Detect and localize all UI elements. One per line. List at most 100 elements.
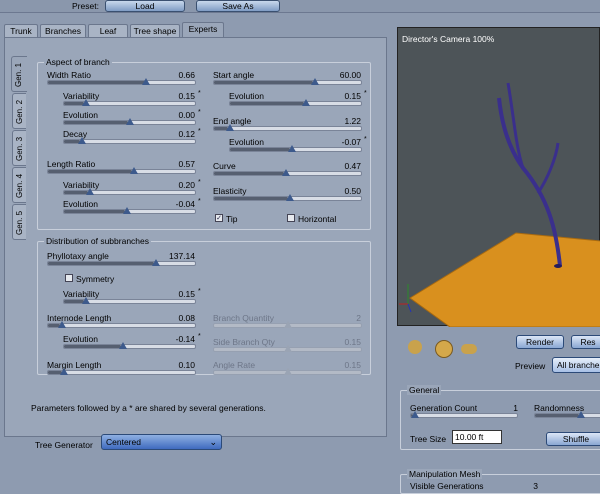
shuffle-button[interactable]: Shuffle — [546, 432, 600, 446]
tab-branches[interactable]: Branches — [40, 24, 86, 37]
gen-count-slider[interactable] — [410, 411, 518, 418]
camera-viewport[interactable]: Director's Camera 100% — [397, 27, 600, 327]
horizontal-label: Horizontal — [298, 214, 337, 224]
in-evolution-value: -0.14 — [175, 334, 195, 344]
side-qty-label: Side Branch Qty — [213, 337, 275, 347]
branch-qty-slider[interactable] — [213, 321, 362, 328]
ea-evolution-label: Evolution — [229, 137, 264, 147]
shared-star: * — [198, 90, 201, 97]
footnote: Parameters followed by a * are shared by… — [31, 403, 266, 413]
end-angle-value: 1.22 — [344, 116, 361, 126]
internode-value: 0.08 — [178, 313, 195, 323]
symmetry-checkbox[interactable] — [65, 274, 73, 282]
phyllotaxy-slider[interactable] — [47, 259, 196, 266]
dist-variability-value: 0.15 — [178, 289, 195, 299]
wr-evolution-label: Evolution — [63, 110, 98, 120]
visible-gen-label: Visible Generations — [410, 481, 484, 491]
tab-gen-5[interactable]: Gen. 5 — [12, 204, 26, 240]
distribution-title: Distribution of subbranches — [44, 236, 152, 246]
general-title: General — [407, 385, 442, 395]
top-toolbar: Preset: Load Save As — [0, 0, 600, 13]
randomness-slider[interactable] — [534, 411, 600, 418]
angle-rate-value: 0.15 — [344, 360, 361, 370]
width-ratio-value: 0.66 — [178, 70, 195, 80]
in-evolution-slider[interactable] — [63, 342, 196, 349]
symmetry-label: Symmetry — [76, 274, 115, 284]
shared-star: * — [198, 179, 201, 186]
preview-select[interactable]: All branche — [552, 357, 600, 373]
length-ratio-slider[interactable] — [47, 167, 196, 174]
internode-slider[interactable] — [47, 321, 196, 328]
side-qty-slider[interactable] — [213, 345, 362, 352]
horizontal-checkbox[interactable] — [287, 214, 295, 222]
gen-count-label: Generation Count — [410, 403, 478, 413]
shared-star: * — [198, 333, 201, 340]
tip-checkbox[interactable]: ✓ — [215, 214, 223, 222]
aspect-title: Aspect of branch — [44, 57, 112, 67]
shared-star: * — [198, 128, 201, 135]
decay-value: 0.12 — [178, 129, 195, 139]
lr-evolution-slider[interactable] — [63, 207, 196, 214]
lr-variability-slider[interactable] — [63, 188, 196, 195]
sa-evolution-value: 0.15 — [344, 91, 361, 101]
tab-trunk[interactable]: Trunk — [4, 24, 38, 37]
tree-preview — [399, 82, 600, 327]
shared-star: * — [364, 90, 367, 97]
start-angle-value: 60.00 — [339, 70, 361, 80]
elasticity-slider[interactable] — [213, 194, 362, 201]
margin-label: Margin Length — [47, 360, 102, 370]
length-ratio-value: 0.57 — [178, 159, 195, 169]
tree-size-input[interactable]: 10.00 ft — [452, 430, 502, 444]
wr-evolution-value: 0.00 — [178, 110, 195, 120]
in-evolution-label: Evolution — [63, 334, 98, 344]
dist-variability-slider[interactable] — [63, 297, 196, 304]
tab-tree-shape[interactable]: Tree shape — [130, 24, 180, 37]
wr-evolution-slider[interactable] — [63, 118, 196, 125]
margin-value: 0.10 — [178, 360, 195, 370]
orbit-icon[interactable] — [435, 340, 453, 358]
phyllotaxy-value: 137.14 — [169, 251, 195, 261]
angle-rate-slider[interactable] — [213, 368, 362, 375]
reset-button[interactable]: Res — [571, 335, 600, 349]
save-as-button[interactable]: Save As — [196, 0, 280, 12]
zoom-icon[interactable] — [461, 344, 477, 354]
start-angle-slider[interactable] — [213, 78, 362, 85]
sa-evolution-slider[interactable] — [229, 99, 362, 106]
ea-evolution-slider[interactable] — [229, 145, 362, 152]
sa-evolution-label: Evolution — [229, 91, 264, 101]
elasticity-label: Elasticity — [213, 186, 247, 196]
wr-variability-slider[interactable] — [63, 99, 196, 106]
ea-evolution-value: -0.07 — [341, 137, 361, 147]
curve-slider[interactable] — [213, 169, 362, 176]
wr-variability-value: 0.15 — [178, 91, 195, 101]
render-button[interactable]: Render — [516, 335, 564, 349]
curve-label: Curve — [213, 161, 236, 171]
decay-slider[interactable] — [63, 137, 196, 144]
tip-label: Tip — [226, 214, 238, 224]
tab-experts[interactable]: Experts — [182, 22, 224, 38]
preview-label: Preview — [515, 361, 546, 371]
shared-star: * — [198, 288, 201, 295]
end-angle-slider[interactable] — [213, 124, 362, 131]
tree-generator-label: Tree Generator — [35, 440, 93, 450]
margin-slider[interactable] — [47, 368, 196, 375]
tab-gen-1[interactable]: Gen. 1 — [11, 56, 27, 92]
chevron-down-icon: ⌄ — [209, 437, 217, 447]
visible-gen-value: 3 — [533, 481, 538, 491]
tab-leaf[interactable]: Leaf — [88, 24, 128, 37]
tab-gen-2[interactable]: Gen. 2 — [12, 93, 26, 129]
preset-label: Preset: — [72, 1, 99, 11]
tree-generator-select[interactable]: Centered ⌄ — [101, 434, 222, 450]
tree-size-label: Tree Size — [410, 434, 447, 444]
load-button[interactable]: Load — [105, 0, 185, 12]
width-ratio-slider[interactable] — [47, 78, 196, 85]
tab-gen-3[interactable]: Gen. 3 — [12, 130, 26, 166]
length-ratio-label: Length Ratio — [47, 159, 96, 169]
tab-gen-4[interactable]: Gen. 4 — [12, 167, 26, 203]
start-angle-label: Start angle — [213, 70, 255, 80]
shared-star: * — [198, 109, 201, 116]
branch-qty-label: Branch Quantity — [213, 313, 274, 323]
branch-qty-value: 2 — [356, 313, 361, 323]
pan-icon[interactable] — [408, 340, 422, 354]
width-ratio-label: Width Ratio — [47, 70, 91, 80]
